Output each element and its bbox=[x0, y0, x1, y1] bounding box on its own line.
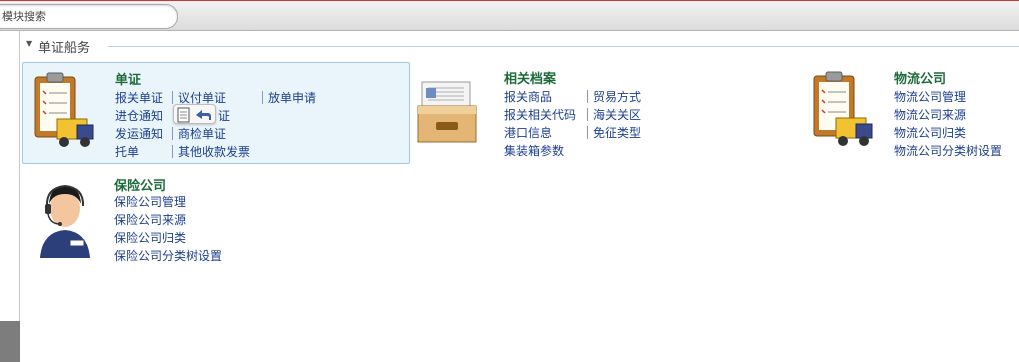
link-other-invoices[interactable]: 其他收款发票 bbox=[178, 143, 250, 160]
back-arrow-icon bbox=[196, 110, 211, 120]
top-toolbar bbox=[0, 0, 1019, 31]
link-trade-mode[interactable]: 贸易方式 bbox=[593, 88, 641, 105]
link-logistics-source[interactable]: 物流公司来源 bbox=[894, 106, 966, 123]
link-insurance-classify[interactable]: 保险公司归类 bbox=[114, 229, 186, 246]
module-logistics-company[interactable]: 物流公司 物流公司管理 物流公司来源 物流公司归类 物流公司分类树设置 bbox=[802, 62, 1017, 164]
clipboard-truck-icon[interactable] bbox=[810, 70, 876, 150]
link-customs-district[interactable]: 海关关区 bbox=[593, 106, 641, 123]
link-logistics-classify[interactable]: 物流公司归类 bbox=[894, 124, 966, 141]
section-divider bbox=[108, 46, 1019, 47]
module-title[interactable]: 相关档案 bbox=[504, 68, 556, 87]
module-title[interactable]: 保险公司 bbox=[114, 175, 166, 194]
link-logistics-tree-settings[interactable]: 物流公司分类树设置 bbox=[894, 142, 1002, 159]
separator bbox=[172, 91, 173, 104]
separator bbox=[172, 127, 173, 140]
module-insurance-company[interactable]: 保险公司 保险公司管理 保险公司来源 保险公司归类 保险公司分类树设置 bbox=[22, 172, 342, 264]
link-port-info[interactable]: 港口信息 bbox=[504, 124, 552, 141]
link-insurance-tree-settings[interactable]: 保险公司分类树设置 bbox=[114, 247, 222, 264]
link-insurance-source[interactable]: 保险公司来源 bbox=[114, 211, 186, 228]
separator bbox=[587, 90, 588, 103]
left-frame-panel bbox=[0, 31, 20, 362]
link-customs-docs[interactable]: 报关单证 bbox=[115, 89, 163, 106]
link-exemption-type[interactable]: 免征类型 bbox=[593, 124, 641, 141]
link-tooltip bbox=[173, 104, 216, 124]
collapse-caret-icon[interactable]: ▼ bbox=[26, 39, 32, 48]
link-container-params[interactable]: 集装箱参数 bbox=[504, 142, 564, 159]
module-title[interactable]: 物流公司 bbox=[894, 68, 946, 87]
separator bbox=[262, 91, 263, 104]
link-customs-goods[interactable]: 报关商品 bbox=[504, 88, 552, 105]
link-release-request[interactable]: 放单申请 bbox=[268, 89, 316, 106]
link-inspection-docs[interactable]: 商检单证 bbox=[178, 125, 226, 142]
file-drawer-icon[interactable] bbox=[416, 80, 478, 144]
separator bbox=[587, 126, 588, 139]
link-logistics-management[interactable]: 物流公司管理 bbox=[894, 88, 966, 105]
scrollbar-thumb[interactable] bbox=[0, 321, 20, 362]
module-search-input[interactable] bbox=[2, 10, 162, 23]
document-icon bbox=[177, 107, 190, 123]
link-shipping-notice[interactable]: 发运通知 bbox=[115, 125, 163, 142]
module-related-archives[interactable]: 相关档案 报关商品 贸易方式 报关相关代码 海关关区 港口信息 免征类型 集装箱… bbox=[412, 62, 772, 164]
headset-agent-icon[interactable] bbox=[32, 180, 98, 258]
link-certificate[interactable]: 证 bbox=[218, 107, 230, 124]
module-search-box[interactable] bbox=[0, 4, 178, 29]
clipboard-truck-icon[interactable] bbox=[31, 71, 97, 151]
link-booking-note[interactable]: 托单 bbox=[115, 143, 139, 160]
link-warehouse-notice[interactable]: 进仓通知 bbox=[115, 107, 163, 124]
separator bbox=[587, 108, 588, 121]
link-customs-codes[interactable]: 报关相关代码 bbox=[504, 106, 576, 123]
section-title: 单证船务 bbox=[38, 41, 91, 56]
link-insurance-management[interactable]: 保险公司管理 bbox=[114, 193, 186, 210]
module-title[interactable]: 单证 bbox=[115, 69, 141, 88]
separator bbox=[172, 145, 173, 158]
